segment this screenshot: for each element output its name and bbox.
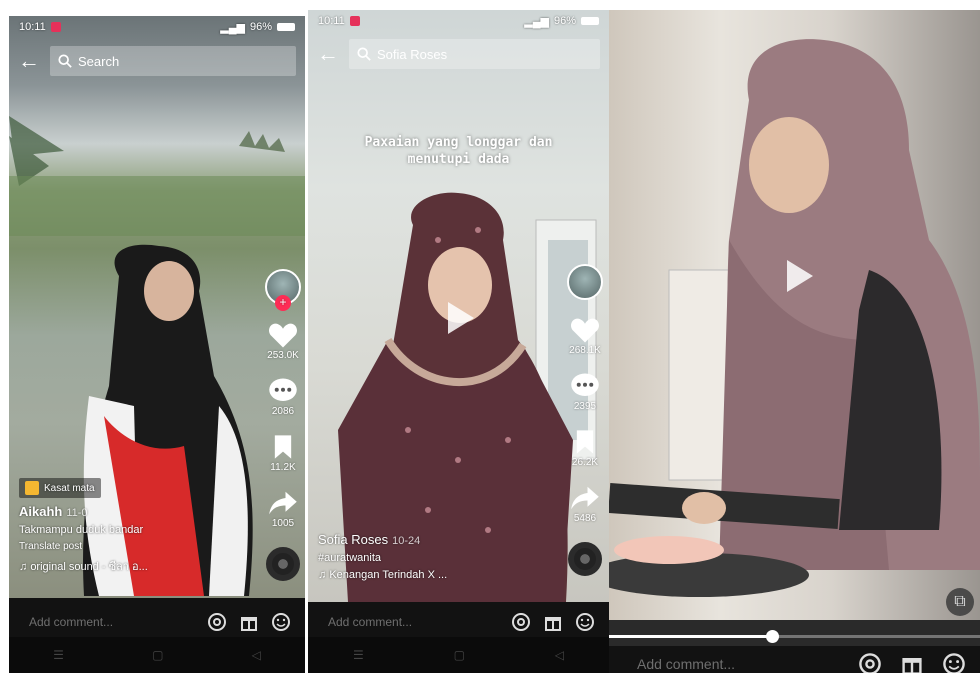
save-count: 26.2K — [571, 457, 599, 468]
heart-icon[interactable] — [570, 316, 600, 344]
overlay-line-2: menutupi dada — [407, 152, 510, 167]
sound-name: original sound - ซีลา อ... — [30, 561, 148, 573]
at-icon[interactable] — [207, 612, 227, 632]
hashtag[interactable]: #auratwanita — [318, 552, 447, 564]
video-frame[interactable] — [609, 10, 980, 620]
search-input[interactable]: Sofia Roses — [349, 39, 600, 69]
emoji-icon[interactable] — [575, 612, 595, 632]
post-date: 11-0 — [66, 507, 88, 519]
effect-label: Kasat mata — [44, 482, 95, 494]
comment-input[interactable]: Add comment... — [328, 615, 511, 629]
status-bar: 10:11 ▂▄▆ 96% — [308, 10, 609, 32]
battery-level: 96% — [553, 15, 576, 27]
signal-icon: ▂▄▆ — [524, 15, 549, 28]
like-count: 253.0K — [267, 350, 299, 361]
effect-icon — [25, 481, 39, 495]
username[interactable]: Aikahh — [19, 504, 62, 519]
save-count: 11.2K — [270, 462, 296, 473]
bookmark-icon[interactable] — [570, 428, 600, 456]
battery-icon — [277, 23, 295, 31]
sound-disc[interactable] — [568, 542, 602, 576]
gift-icon[interactable] — [239, 612, 259, 632]
status-time: 10:11 — [318, 15, 345, 27]
action-rail: + 253.0K 2086 11.2K 1005 — [265, 269, 301, 581]
pip-icon[interactable]: ⧉ — [946, 588, 974, 616]
at-icon[interactable] — [858, 652, 882, 673]
nav-back-icon[interactable]: ◁ — [555, 648, 564, 662]
video-panel-1[interactable]: 10:11 ▂▄▆ 96% ← Search + 253.0K 2086 11.2… — [9, 16, 305, 673]
comment-count: 2395 — [573, 401, 597, 412]
comment-input[interactable]: Add comment... — [29, 615, 207, 629]
sound-line[interactable]: ♫ original sound - ซีลา อ... — [19, 557, 148, 575]
search-input[interactable]: Search — [50, 46, 296, 76]
gift-icon[interactable] — [900, 652, 924, 673]
music-note-icon: ♫ — [19, 561, 31, 573]
search-icon — [357, 47, 371, 61]
video-scene-illustration — [609, 39, 980, 597]
comment-bar: Add comment... — [609, 646, 980, 673]
nav-back-icon[interactable]: ◁ — [252, 648, 261, 662]
video-progress-bar[interactable] — [609, 630, 980, 643]
system-nav-bar: ☰ ▢ ◁ — [308, 637, 609, 673]
signal-icon: ▂▄▆ — [220, 21, 245, 34]
comment-count: 2086 — [271, 406, 295, 417]
status-time: 10:11 — [19, 21, 46, 33]
app-notification-icon — [349, 16, 360, 26]
comment-icon[interactable] — [268, 377, 298, 405]
at-icon[interactable] — [511, 612, 531, 632]
comment-icon[interactable] — [570, 372, 600, 400]
emoji-icon[interactable] — [271, 612, 291, 632]
back-arrow-icon[interactable]: ← — [317, 41, 339, 67]
video-panel-3[interactable]: ⧉ Add comment... — [609, 10, 980, 673]
gift-icon[interactable] — [543, 612, 563, 632]
play-icon[interactable] — [787, 260, 813, 292]
share-count: 1005 — [271, 518, 295, 529]
creator-avatar[interactable]: + — [265, 269, 301, 311]
app-notification-icon — [50, 22, 61, 32]
play-icon[interactable] — [448, 302, 474, 334]
share-count: 5486 — [573, 513, 597, 524]
sound-name: Kenangan Terindah X ... — [329, 569, 448, 581]
music-note-icon: ♫ — [318, 569, 330, 581]
battery-icon — [581, 17, 599, 25]
sound-disc[interactable] — [266, 547, 300, 581]
comment-input[interactable]: Add comment... — [637, 656, 858, 672]
home-icon[interactable]: ▢ — [454, 648, 465, 662]
system-nav-bar: ☰ ▢ ◁ — [9, 637, 305, 673]
battery-level: 96% — [249, 21, 272, 33]
search-text: Sofia Roses — [377, 46, 448, 62]
video-panel-2[interactable]: 10:11 ▂▄▆ 96% ← Sofia Roses Paxaian yang … — [308, 10, 609, 673]
follow-plus-icon[interactable]: + — [275, 295, 291, 311]
username[interactable]: Sofia Roses — [318, 532, 388, 547]
description: Takmampu duduk bandar — [19, 524, 144, 536]
video-caption: Sofia Roses 10-24 #auratwanita ♫ Kenangan… — [318, 532, 447, 581]
progress-fill — [609, 635, 773, 638]
overlay-line-1: Paxaian yang longgar dan — [364, 135, 553, 150]
action-rail: 268.1K 2395 26.2K 5486 — [567, 264, 603, 576]
sound-line[interactable]: ♫ Kenangan Terindah X ... — [318, 569, 447, 581]
search-icon — [58, 54, 72, 68]
comment-bar: Add comment... — [308, 602, 609, 642]
translate-link[interactable]: Translate post — [19, 541, 148, 552]
creator-avatar[interactable] — [567, 264, 603, 300]
recents-icon[interactable]: ☰ — [353, 648, 364, 662]
video-overlay-text: Paxaian yang longgar dan menutupi dada — [308, 134, 609, 168]
search-header: ← Sofia Roses — [308, 36, 609, 72]
like-count: 268.1K — [569, 345, 601, 356]
back-arrow-icon[interactable]: ← — [18, 48, 40, 74]
status-bar: 10:11 ▂▄▆ 96% — [9, 16, 305, 38]
emoji-icon[interactable] — [942, 652, 966, 673]
recents-icon[interactable]: ☰ — [53, 648, 64, 662]
home-icon[interactable]: ▢ — [152, 648, 163, 662]
video-caption: Kasat mata Aikahh 11-0 Takmampu duduk ban… — [19, 478, 148, 575]
share-icon[interactable] — [570, 484, 600, 512]
post-date: 10-24 — [392, 535, 421, 547]
effect-badge[interactable]: Kasat mata — [19, 478, 101, 498]
progress-handle[interactable] — [766, 630, 780, 643]
heart-icon[interactable] — [268, 321, 298, 349]
search-header: ← Search — [9, 43, 305, 79]
search-text: Search — [78, 53, 120, 69]
share-icon[interactable] — [268, 489, 298, 517]
bookmark-icon[interactable] — [268, 433, 298, 461]
